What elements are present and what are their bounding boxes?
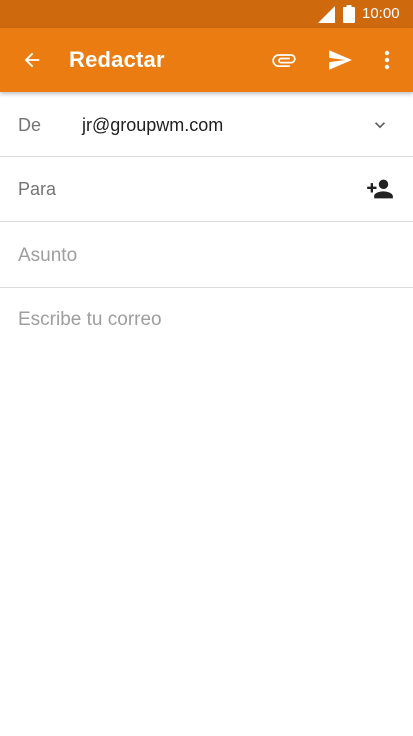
person-add-icon: [367, 179, 393, 199]
page-title: Redactar: [69, 47, 165, 72]
app-bar: Redactar: [0, 28, 413, 92]
add-recipient-button[interactable]: [364, 175, 396, 203]
from-row: De jr@groupwm.com: [0, 92, 413, 157]
status-bar: 10:00: [0, 0, 413, 28]
chevron-down-icon: [375, 122, 385, 129]
to-row: Para: [0, 157, 413, 222]
send-button[interactable]: [322, 44, 358, 76]
to-field[interactable]: [76, 171, 360, 209]
cell-signal-icon: [318, 6, 335, 23]
from-account-dropdown[interactable]: [366, 111, 394, 139]
more-vertical-icon: [384, 50, 390, 70]
back-button[interactable]: [14, 42, 50, 78]
paperclip-icon: [272, 54, 296, 67]
from-account-value[interactable]: jr@groupwm.com: [82, 114, 223, 136]
to-label: Para: [18, 179, 57, 199]
more-options-button[interactable]: [372, 44, 402, 76]
status-time: 10:00: [362, 5, 400, 22]
arrow-left-icon: [24, 52, 40, 68]
battery-icon: [343, 5, 355, 23]
send-icon: [329, 50, 352, 70]
subject-row: [0, 222, 413, 288]
from-label: De: [18, 115, 42, 135]
body-field[interactable]: [18, 306, 394, 706]
compose-screen: 10:00 Redactar De jr@groupwm.com Para As…: [0, 0, 413, 736]
attach-button[interactable]: [266, 44, 302, 76]
subject-field[interactable]: [18, 242, 388, 270]
